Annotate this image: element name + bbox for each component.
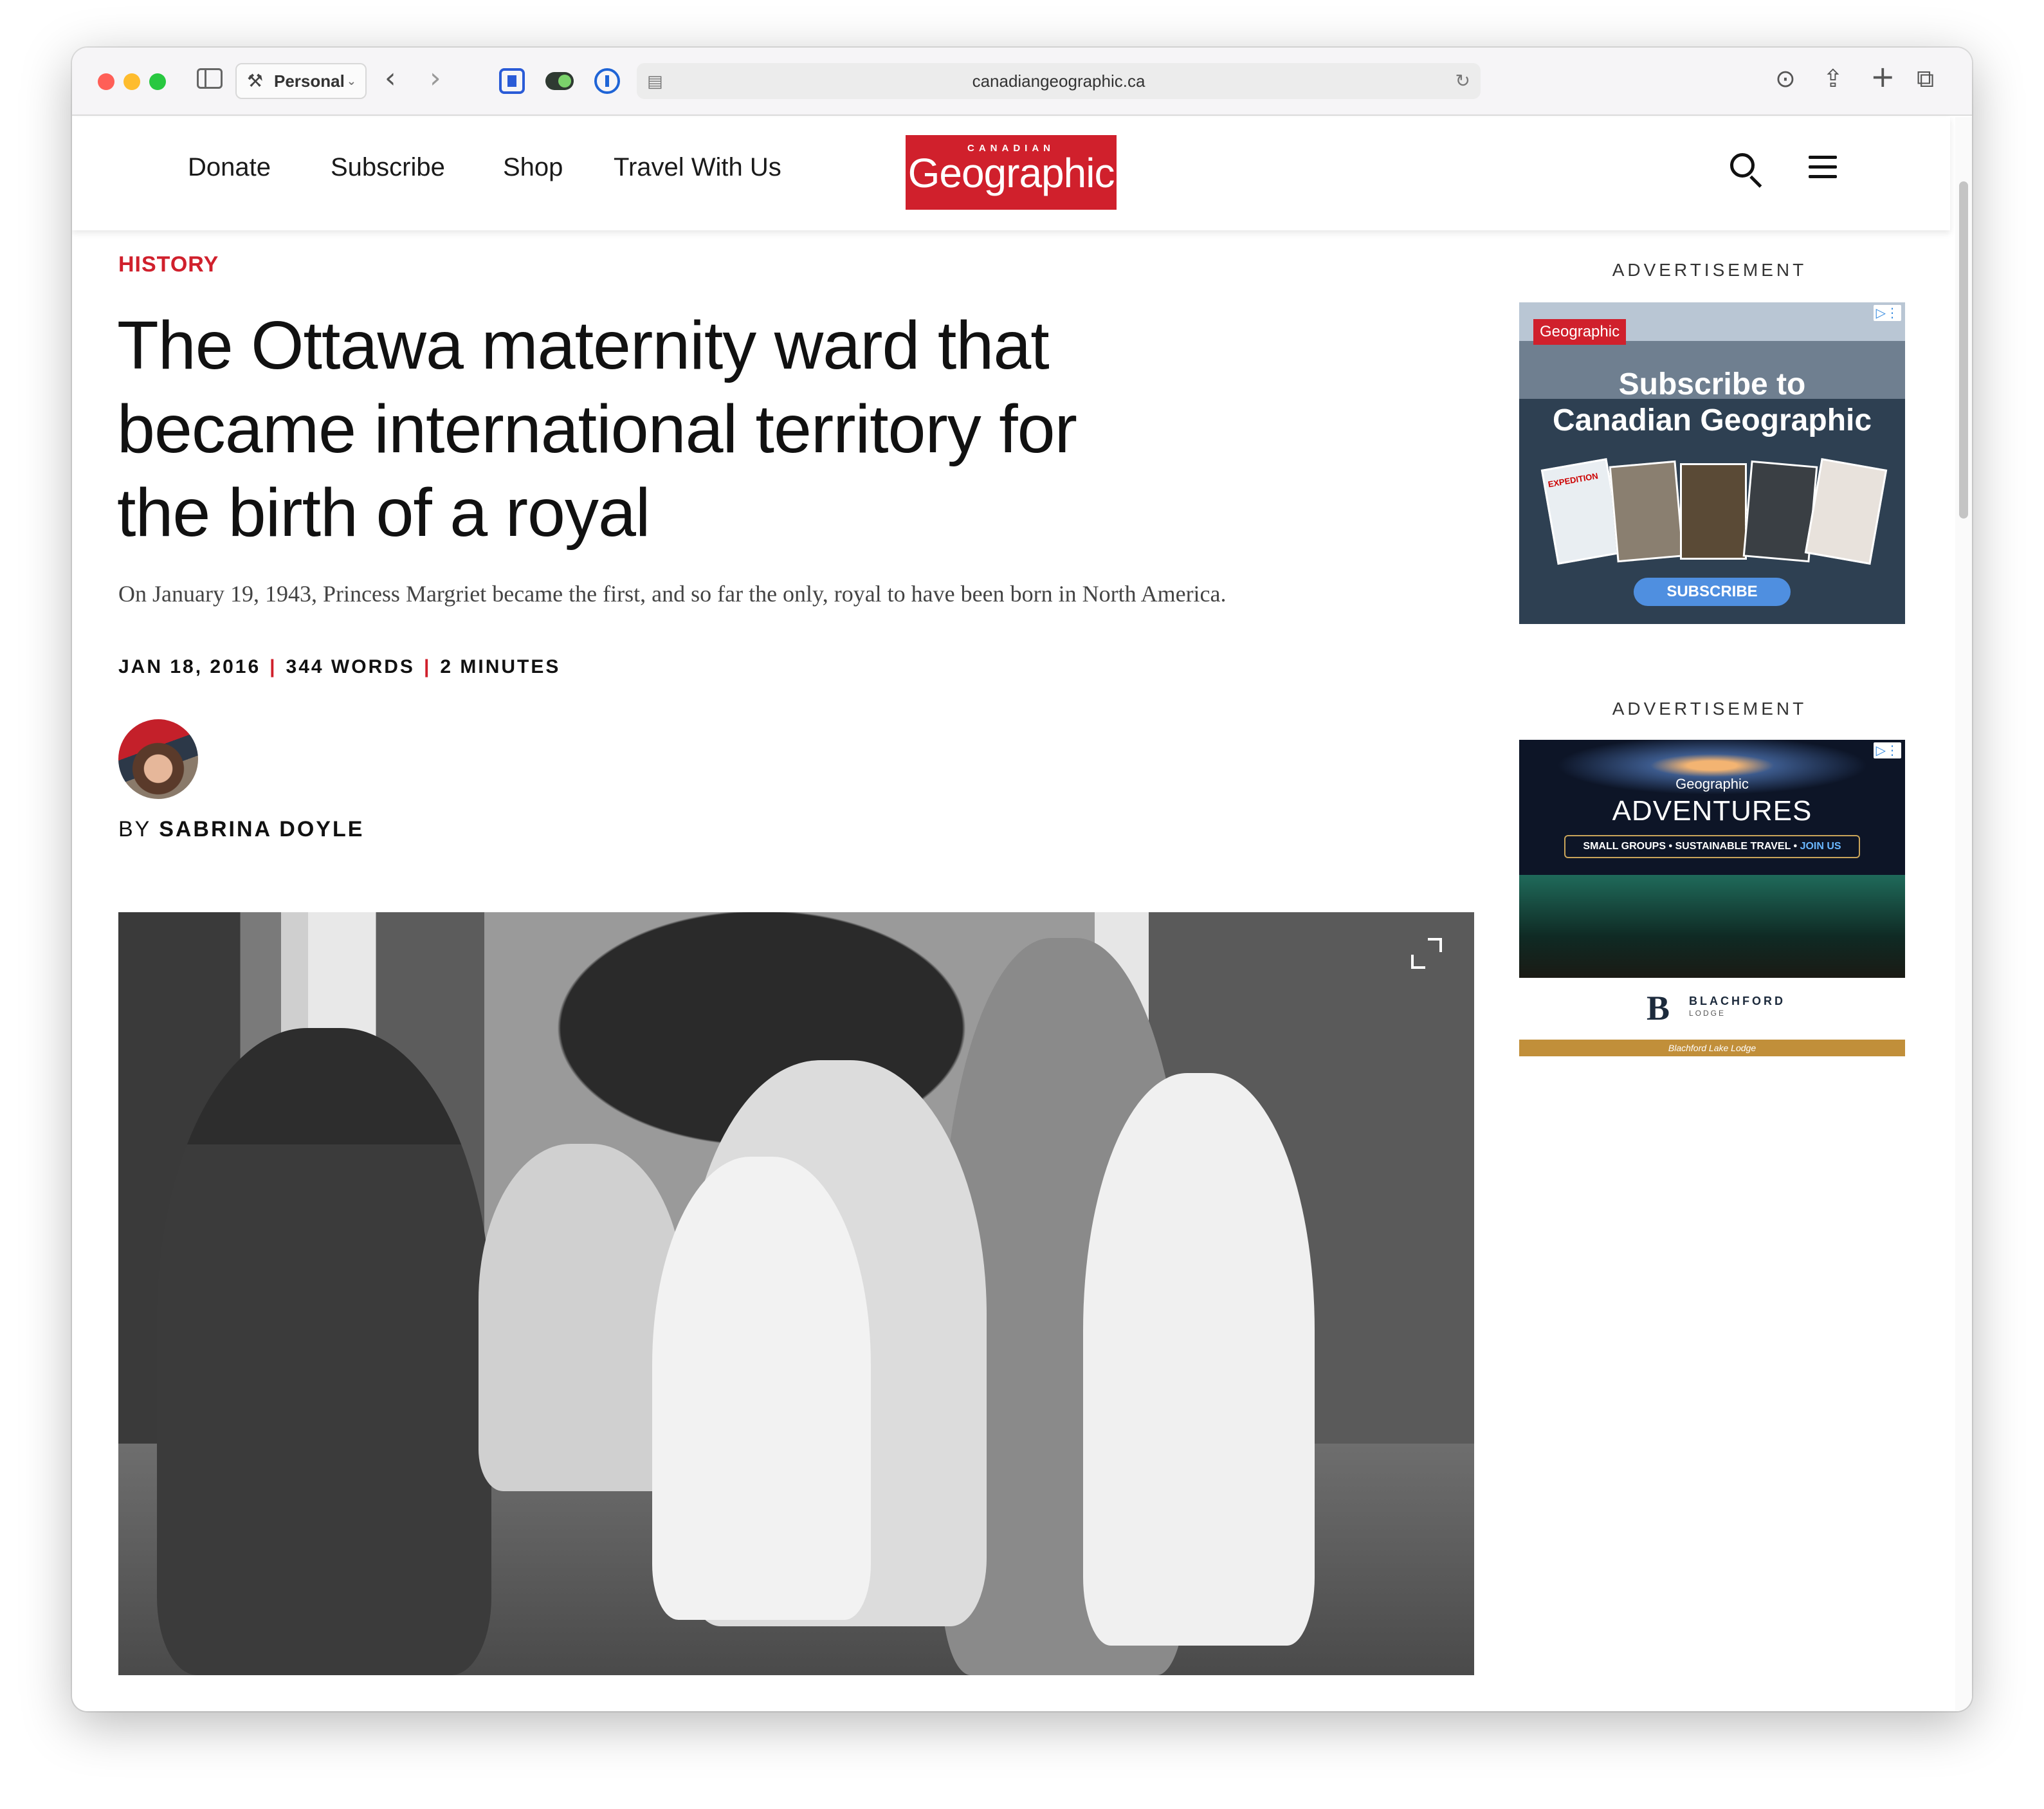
byline: BY SABRINA DOYLE [118, 817, 364, 842]
ad-tagline: SMALL GROUPS • SUSTAINABLE TRAVEL • JOIN… [1564, 835, 1860, 858]
photo-figure-girl [1083, 1073, 1315, 1646]
magazine-covers: EXPEDITION [1540, 458, 1888, 573]
subscribe-ad[interactable]: Geographic ▷⋮ Subscribe to Canadian Geog… [1519, 302, 1905, 624]
ad-bottom-bar: Blachford Lake Lodge [1519, 1040, 1905, 1056]
menu-line [1809, 165, 1837, 169]
nav-travel-link[interactable]: Travel With Us [614, 153, 781, 182]
nav-subscribe-link[interactable]: Subscribe [331, 153, 445, 182]
browser-window: ⚒ Personal ⌄ ‹ › ▤ canadiangeographic.ca… [72, 48, 1972, 1711]
article-word-count: 344 WORDS [286, 656, 415, 677]
scrollbar-thumb[interactable] [1959, 181, 1968, 519]
lodge-logo: B BLACHFORD LODGE [1647, 988, 1785, 1033]
ad-join-link[interactable]: JOIN US [1800, 841, 1841, 852]
meta-separator: | [423, 656, 432, 677]
zoom-window-button[interactable] [149, 73, 166, 90]
new-tab-icon[interactable]: + [1870, 59, 1895, 94]
hamburger-menu-icon[interactable] [1809, 154, 1837, 180]
article-read-time: 2 MINUTES [440, 656, 561, 677]
share-icon[interactable]: ⇪ [1823, 64, 1843, 93]
site-logo[interactable]: CANADIAN Geographic [906, 135, 1117, 210]
expand-image-icon[interactable] [1411, 938, 1442, 969]
browser-toolbar: ⚒ Personal ⌄ ‹ › ▤ canadiangeographic.ca… [72, 48, 1972, 116]
close-window-button[interactable] [98, 73, 114, 90]
search-icon-handle [1749, 175, 1762, 188]
search-icon[interactable] [1728, 151, 1766, 189]
download-icon[interactable]: ⊙ [1775, 64, 1796, 93]
ad-brand: Geographic [1675, 776, 1749, 792]
menu-line [1809, 156, 1837, 159]
site-header: Donate Subscribe Shop Travel With Us CAN… [72, 117, 1950, 230]
article-dek: On January 19, 1943, Princess Margriet b… [118, 581, 1227, 607]
chevron-down-icon: ⌄ [346, 75, 356, 87]
ad-subscribe-button[interactable]: SUBSCRIBE [1634, 578, 1791, 606]
toggle-extension-icon[interactable] [545, 72, 574, 90]
ad-forest-image [1519, 875, 1905, 978]
ad-title-line: Subscribe to [1618, 367, 1806, 401]
category-link[interactable]: HISTORY [118, 252, 219, 277]
lodge-monogram: B [1647, 989, 1670, 1027]
article-headline: The Ottawa maternity ward that became in… [117, 308, 1077, 551]
nav-donate-link[interactable]: Donate [188, 153, 271, 182]
adchoices-icon[interactable]: ▷⋮ [1873, 742, 1901, 758]
ad-title: Subscribe to Canadian Geographic [1519, 367, 1905, 439]
lodge-subname: LODGE [1689, 1009, 1726, 1018]
logo-main-text: Geographic [908, 150, 1115, 196]
hero-photo[interactable] [118, 912, 1474, 1675]
photo-figure-man [157, 1028, 491, 1675]
menu-line [1809, 175, 1837, 178]
lodge-name: BLACHFORD [1689, 995, 1785, 1007]
url-text: canadiangeographic.ca [972, 71, 1145, 91]
forward-button[interactable]: › [430, 62, 441, 95]
meta-separator: | [269, 656, 277, 677]
author-avatar[interactable] [118, 719, 198, 799]
magazine-cover-text: EXPEDITION [1547, 471, 1599, 490]
page-menu-icon[interactable]: ▤ [647, 63, 663, 99]
hammer-icon: ⚒ [247, 71, 264, 91]
back-button[interactable]: ‹ [385, 62, 396, 95]
sidebar-toggle-icon[interactable] [197, 68, 223, 89]
reload-icon[interactable]: ↻ [1455, 63, 1470, 99]
profile-label: Personal [274, 71, 345, 91]
magazine-cover [1609, 460, 1684, 563]
minimize-window-button[interactable] [123, 73, 140, 90]
address-bar[interactable]: ▤ canadiangeographic.ca ↻ [637, 63, 1481, 99]
password-manager-extension-icon[interactable] [594, 68, 620, 94]
bookmark-extension-icon[interactable] [499, 68, 525, 94]
ad-logo: Geographic [1533, 319, 1627, 345]
profile-selector[interactable]: ⚒ Personal ⌄ [235, 63, 367, 99]
ad-title: ADVENTURES [1612, 795, 1812, 827]
article-meta: JAN 18, 2016 | 344 WORDS | 2 MINUTES [118, 656, 560, 678]
author-name-link[interactable]: SABRINA DOYLE [159, 817, 364, 841]
tab-overview-icon[interactable]: ⧉ [1917, 64, 1934, 93]
nav-shop-link[interactable]: Shop [503, 153, 563, 182]
adchoices-icon[interactable]: ▷⋮ [1873, 305, 1901, 321]
byline-prefix: BY [118, 817, 151, 841]
photo-figure-baby [652, 1157, 871, 1620]
ad-title-line: Canadian Geographic [1552, 403, 1872, 437]
magazine-cover [1680, 463, 1747, 560]
adventures-ad[interactable]: ▷⋮ Geographic ADVENTURES SMALL GROUPS • … [1519, 740, 1905, 1061]
ad-label: ADVERTISEMENT [1612, 260, 1807, 280]
search-icon-lens [1730, 153, 1755, 178]
ad-tagline-text: SMALL GROUPS • SUSTAINABLE TRAVEL • [1583, 841, 1800, 852]
ad-label: ADVERTISEMENT [1612, 699, 1807, 719]
article-date: JAN 18, 2016 [118, 656, 261, 677]
